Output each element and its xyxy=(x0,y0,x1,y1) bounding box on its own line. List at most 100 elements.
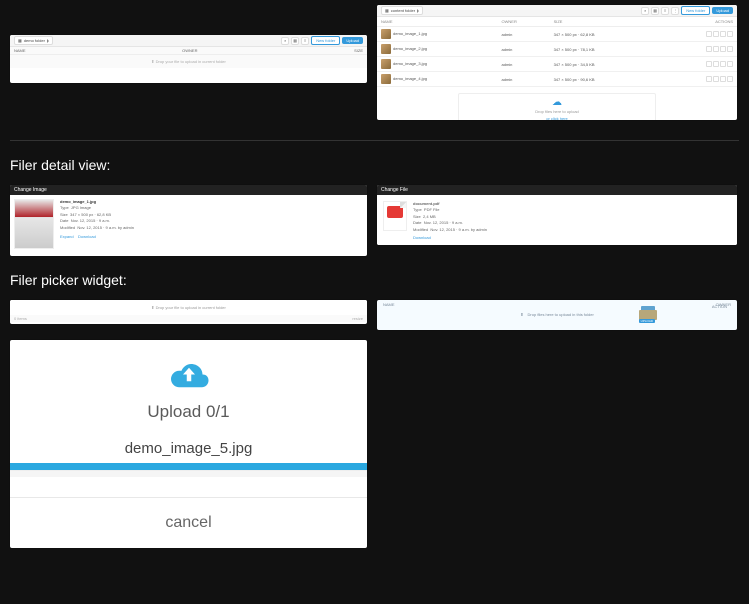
file-owner: admin xyxy=(498,42,550,57)
meta-value: Nov. 12, 2015 · 9 a.m. xyxy=(71,218,110,223)
expand-link[interactable]: Expand xyxy=(60,234,74,239)
action-button[interactable] xyxy=(706,61,712,67)
action-button[interactable] xyxy=(706,76,712,82)
dropzone[interactable]: ☁ Drop files here to upload or click her… xyxy=(458,93,656,120)
section-heading-detail: Filer detail view: xyxy=(10,157,739,173)
table-header: NAME OWNER SIZE xyxy=(10,47,367,55)
empty-drop-hint[interactable]: ⬆ Drop your file to upload in current fo… xyxy=(10,55,367,68)
action-button[interactable] xyxy=(727,76,733,82)
action-button[interactable] xyxy=(720,31,726,37)
list-view-button[interactable]: ≡ xyxy=(661,7,669,15)
picker-drop-text: Drop your file to upload in current fold… xyxy=(156,305,226,310)
search-button[interactable]: ⌕ xyxy=(641,7,649,15)
item-count: 0 items xyxy=(14,316,27,321)
upload-button[interactable]: Upload xyxy=(342,37,363,45)
dropzone-text: Drop files here to upload xyxy=(463,109,651,114)
meta-label: Modified xyxy=(413,227,428,232)
grid-view-button[interactable]: ▦ xyxy=(291,37,299,45)
meta-label: Size xyxy=(60,212,68,217)
file-size: 347 × 500 px · 34,5 KB xyxy=(550,57,659,72)
col-size: SIZE xyxy=(354,48,363,53)
action-button[interactable] xyxy=(720,76,726,82)
file-owner: admin xyxy=(498,57,550,72)
row-actions xyxy=(663,76,733,82)
upload-button[interactable]: Upload xyxy=(712,7,733,15)
meta-value: JPG Image xyxy=(71,205,91,210)
panel-title: Change Image xyxy=(10,185,367,195)
meta-value: 347 × 500 px · 62,8 KB xyxy=(70,212,111,217)
picker-drop-hint[interactable]: ⬆ Drop your file to upload in current fo… xyxy=(10,300,367,315)
file-name: demo_image_3.jpg xyxy=(393,61,427,66)
screenshot-upload-progress: Upload 0/1 demo_image_5.jpg cancel xyxy=(10,340,367,548)
meta-value: Nov. 12, 2015 · 9 a.m. by admin xyxy=(430,227,487,232)
folder-icon: ▦ xyxy=(385,8,389,13)
screenshot-list-files: ▦ content folder ⌕ ▦ ≡ ⋮ New folder Uplo… xyxy=(377,5,737,120)
action-button[interactable] xyxy=(720,46,726,52)
upload-tag: UPLOAD xyxy=(639,319,655,323)
cloud-upload-icon: ☁ xyxy=(463,98,651,108)
meta-label: Modified xyxy=(60,225,75,230)
download-link[interactable]: Download xyxy=(78,234,96,239)
list-view-button[interactable]: ≡ xyxy=(301,37,309,45)
action-button[interactable] xyxy=(713,46,719,52)
new-folder-button[interactable]: New folder xyxy=(311,36,340,46)
col-owner: OWNER xyxy=(182,48,197,53)
action-button[interactable] xyxy=(727,61,733,67)
folder-icon: ▦ xyxy=(18,38,22,43)
action-button[interactable] xyxy=(713,61,719,67)
search-input[interactable]: ⌕ xyxy=(281,37,289,45)
meta-value: Nov. 12, 2015 · 9 a.m. by admin xyxy=(77,225,134,230)
section-heading-picker: Filer picker widget: xyxy=(10,272,739,288)
chevron-down-icon xyxy=(417,9,419,13)
screenshot-picker-row: NAME OWNER ACTION ⬆ Drop files here to u… xyxy=(377,300,737,330)
col-size: SIZE xyxy=(550,17,659,27)
file-name: demo_image_1.jpg xyxy=(393,31,427,36)
thumbnail-icon xyxy=(381,59,391,69)
dropzone-link[interactable]: or click here xyxy=(546,116,568,120)
row-detail-views: Change Image demo_image_1.jpg Type JPG I… xyxy=(10,185,739,256)
table-row[interactable]: demo_image_4.jpg admin 347 × 500 px · 90… xyxy=(377,72,737,87)
progress-track xyxy=(10,470,367,477)
cloud-upload-icon xyxy=(164,358,214,394)
progress-bar xyxy=(10,463,367,470)
breadcrumb[interactable]: ▦ demo folder xyxy=(14,36,53,45)
row-actions xyxy=(663,31,733,37)
action-button[interactable] xyxy=(713,31,719,37)
table-row[interactable]: demo_image_2.jpg admin 347 × 500 px · 78… xyxy=(377,42,737,57)
table-row[interactable]: demo_image_3.jpg admin 347 × 500 px · 34… xyxy=(377,57,737,72)
breadcrumb[interactable]: ▦ content folder xyxy=(381,6,423,15)
divider xyxy=(10,140,739,141)
thumbnail-icon xyxy=(381,29,391,39)
resize-handle[interactable]: resize xyxy=(352,316,363,321)
action-button[interactable] xyxy=(706,46,712,52)
picker-row-text: Drop files here to upload in this folder xyxy=(528,312,594,317)
upload-status: Upload 0/1 xyxy=(22,402,355,422)
action-button[interactable] xyxy=(727,31,733,37)
meta-label: Type xyxy=(413,207,422,212)
screenshot-list-empty: ▦ demo folder ⌕ ▦ ≡ New folder Upload NA… xyxy=(10,35,367,83)
empty-drop-text: Drop your file to upload in current fold… xyxy=(156,59,226,64)
action-button[interactable] xyxy=(727,46,733,52)
download-link[interactable]: Download xyxy=(413,235,487,241)
upload-filename: demo_image_5.jpg xyxy=(22,440,355,457)
action-button[interactable] xyxy=(706,31,712,37)
filter-button[interactable]: ⋮ xyxy=(671,7,679,15)
chevron-down-icon xyxy=(47,39,49,43)
table-row[interactable]: demo_image_1.jpg admin 347 × 500 px · 62… xyxy=(377,27,737,42)
file-thumb-icon xyxy=(639,306,657,320)
new-folder-button[interactable]: New folder xyxy=(681,6,710,16)
picker-row-hint[interactable]: ⬆ Drop files here to upload in this fold… xyxy=(377,309,737,320)
cancel-button[interactable]: cancel xyxy=(10,497,367,548)
preview-image xyxy=(14,199,54,249)
action-button[interactable] xyxy=(720,61,726,67)
thumbnail-icon xyxy=(381,74,391,84)
action-button[interactable] xyxy=(713,76,719,82)
grid-view-button[interactable]: ▦ xyxy=(651,7,659,15)
file-metadata: demo_image_1.jpg Type JPG Image Size 347… xyxy=(60,199,134,249)
thumbnail-icon xyxy=(381,44,391,54)
col-name: NAME xyxy=(377,17,498,27)
screenshot-detail-pdf: Change File document.pdf Type PDF File S… xyxy=(377,185,737,245)
screenshot-picker-empty: ⬆ Drop your file to upload in current fo… xyxy=(10,300,367,324)
col-name: NAME xyxy=(14,48,26,53)
file-name: document.pdf xyxy=(413,201,439,206)
